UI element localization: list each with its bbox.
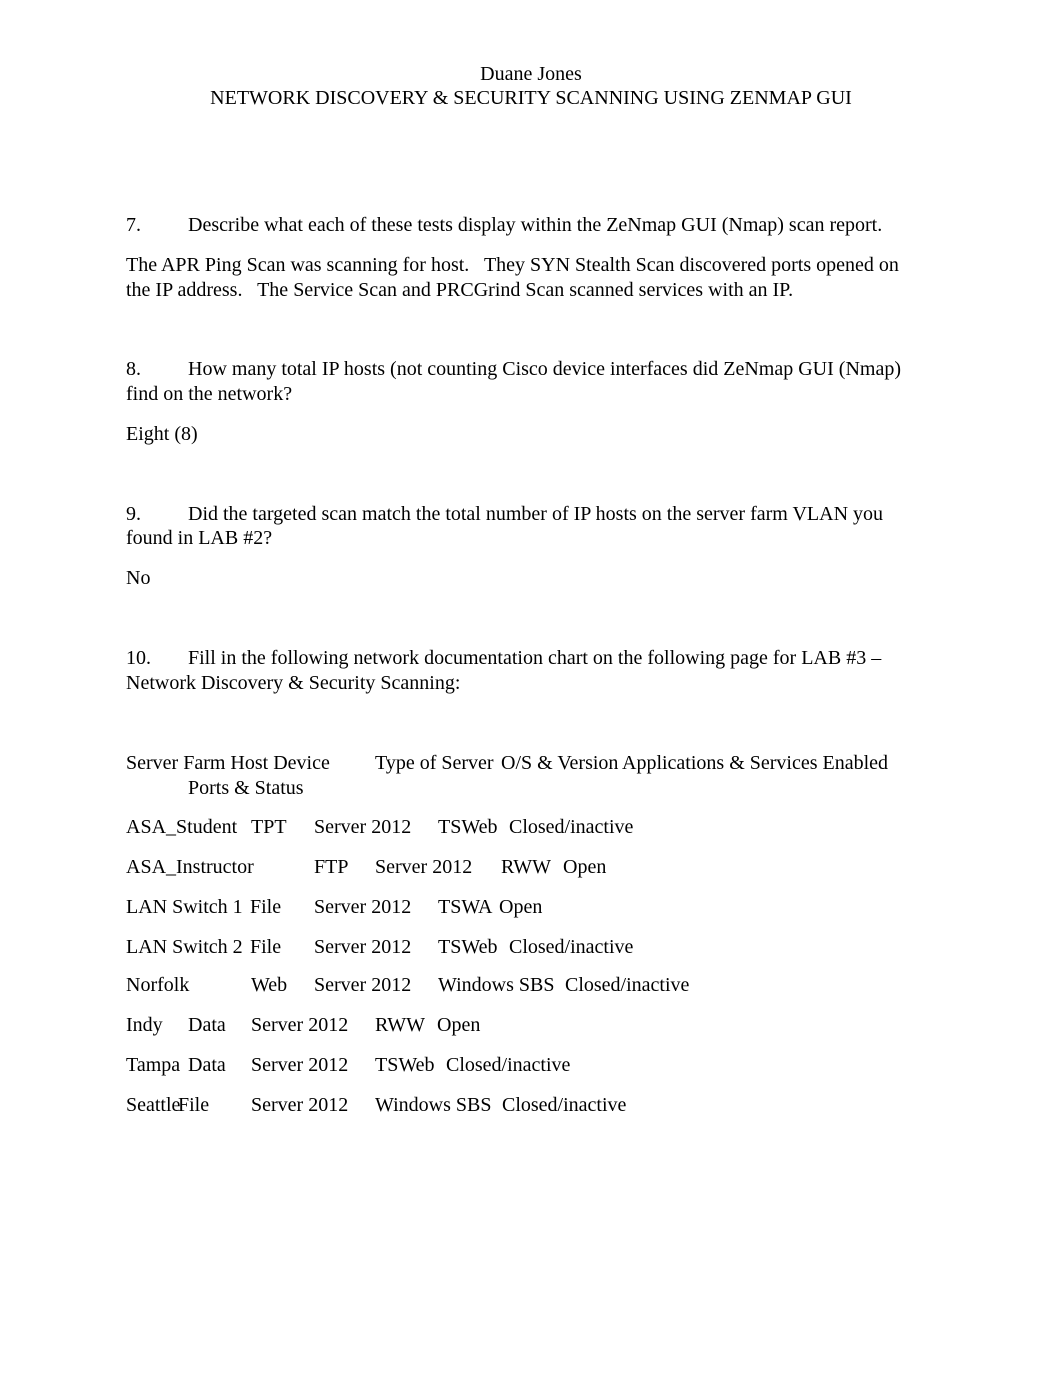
cell-app: TSWeb	[438, 936, 498, 958]
question-text: find on the network?	[126, 383, 293, 405]
cell-status: Closed/inactive	[502, 1094, 627, 1116]
cell-status: Open	[437, 1014, 481, 1036]
cell-host: Indy	[126, 1014, 163, 1036]
cell-status: Closed/inactive	[446, 1054, 571, 1076]
cell-app: TSWA	[438, 896, 493, 918]
cell-type: File	[250, 896, 282, 918]
question-text: How many total IP hosts (not counting Ci…	[188, 358, 901, 380]
question-text: Network Discovery & Security Scanning:	[126, 672, 461, 694]
header-os: O/S & Version	[501, 752, 619, 774]
header-apps: Applications & Services Enabled	[622, 752, 889, 774]
cell-app: TSWeb	[438, 816, 498, 838]
answer-text: The APR Ping Scan was scanning for host.…	[126, 254, 899, 276]
answer-text: Eight (8)	[126, 423, 198, 445]
question-number: 9.	[126, 503, 141, 525]
cell-app: Windows SBS	[438, 974, 555, 996]
question-number: 10.	[126, 647, 151, 669]
question-text: Fill in the following network documentat…	[188, 647, 882, 669]
cell-os: Server 2012	[314, 936, 412, 958]
cell-app: RWW	[501, 856, 551, 878]
header-type: Type of Server	[375, 752, 494, 774]
cell-status: Closed/inactive	[509, 936, 634, 958]
cell-app: RWW	[375, 1014, 425, 1036]
cell-host: LAN Switch 2	[126, 936, 243, 958]
cell-type: Data	[188, 1014, 226, 1036]
cell-status: Open	[563, 856, 607, 878]
cell-type: File	[178, 1094, 210, 1116]
cell-type: Data	[188, 1054, 226, 1076]
cell-os: Server 2012	[314, 974, 412, 996]
cell-os: Server 2012	[314, 896, 412, 918]
question-text: found in LAB #2?	[126, 527, 273, 549]
question-number: 8.	[126, 358, 141, 380]
cell-type: Web	[251, 974, 288, 996]
question-text: Did the targeted scan match the total nu…	[188, 503, 884, 525]
header-ports: Ports & Status	[188, 777, 304, 799]
cell-os: Server 2012	[375, 856, 473, 878]
cell-host: Seattle	[126, 1094, 181, 1116]
cell-host: ASA_Instructor	[126, 856, 254, 878]
cell-app: Windows SBS	[375, 1094, 492, 1116]
cell-host: ASA_Student	[126, 816, 238, 838]
header-host-device: Server Farm Host Device	[126, 752, 330, 774]
document-title: NETWORK DISCOVERY & SECURITY SCANNING US…	[210, 87, 852, 109]
cell-os: Server 2012	[251, 1094, 349, 1116]
cell-os: Server 2012	[251, 1014, 349, 1036]
answer-text: the IP address. The Service Scan and PRC…	[126, 279, 794, 301]
answer-text: No	[126, 567, 151, 589]
question-text: Describe what each of these tests displa…	[188, 214, 883, 236]
cell-status: Open	[499, 896, 543, 918]
cell-type: File	[250, 936, 282, 958]
cell-type: TPT	[251, 816, 287, 838]
cell-type: FTP	[314, 856, 349, 878]
cell-host: LAN Switch 1	[126, 896, 243, 918]
cell-host: Norfolk	[126, 974, 190, 996]
cell-app: TSWeb	[375, 1054, 435, 1076]
cell-host: Tampa	[126, 1054, 181, 1076]
cell-os: Server 2012	[314, 816, 412, 838]
cell-status: Closed/inactive	[565, 974, 690, 996]
cell-os: Server 2012	[251, 1054, 349, 1076]
question-number: 7.	[126, 214, 141, 236]
cell-status: Closed/inactive	[509, 816, 634, 838]
author-name: Duane Jones	[480, 63, 582, 85]
